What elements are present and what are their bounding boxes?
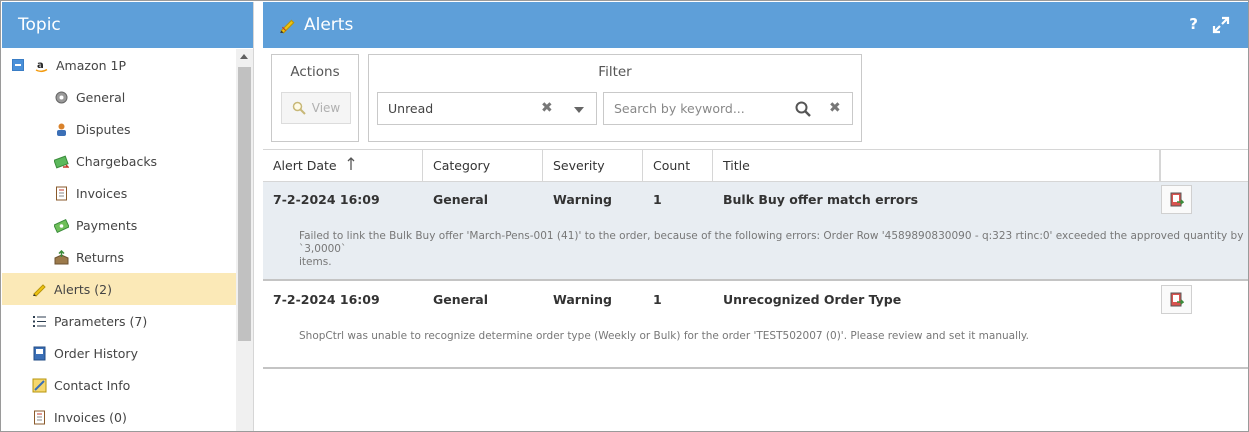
alert-count: 1 — [653, 192, 662, 207]
alert-title: Unrecognized Order Type — [723, 292, 902, 307]
tree-item-label: Order History — [54, 345, 138, 361]
alert-date: 7-2-2024 16:09 — [273, 192, 380, 207]
tree-scrollbar[interactable] — [236, 49, 253, 431]
alert-message: ShopCtrl was unable to recognize determi… — [299, 330, 1249, 343]
scrollbar-thumb[interactable] — [238, 67, 251, 341]
return-box-icon — [54, 249, 69, 265]
open-alert-button[interactable] — [1161, 285, 1192, 314]
alert-category: General — [433, 292, 488, 307]
table-row[interactable]: 7-2-2024 16:09 General Warning 1 Unrecog… — [263, 282, 1248, 369]
table-row[interactable]: 7-2-2024 16:09 General Warning 1 Bulk Bu… — [263, 182, 1248, 281]
clear-status-icon[interactable]: ✖ — [541, 100, 553, 116]
tree-item-chargebacks[interactable]: Chargebacks — [53, 145, 236, 177]
invoice-icon — [54, 186, 69, 201]
tree-item-invoices-root[interactable]: Invoices (0) — [32, 401, 236, 431]
alert-message-line: ShopCtrl was unable to recognize determi… — [299, 330, 1029, 342]
topic-tree: a Amazon 1P General Disputes Chargebacks… — [2, 49, 236, 431]
column-title[interactable]: Title — [713, 150, 1160, 182]
alert-pen-icon — [32, 282, 47, 297]
clear-search-icon[interactable]: ✖ — [829, 100, 841, 116]
open-alert-button[interactable] — [1161, 185, 1192, 214]
alert-message: Failed to link the Bulk Buy offer 'March… — [299, 230, 1249, 269]
tree-item-order-history[interactable]: Order History — [32, 337, 236, 369]
tree-item-label: Payments — [76, 217, 138, 233]
contact-card-icon — [32, 378, 47, 393]
tree-item-returns[interactable]: Returns — [54, 241, 236, 273]
tree-item-invoices[interactable]: Invoices — [54, 177, 236, 209]
person-dispute-icon — [54, 122, 69, 137]
open-document-icon — [1170, 192, 1184, 206]
tree-item-disputes[interactable]: Disputes — [54, 113, 236, 145]
amazon-logo-icon: a — [34, 58, 49, 73]
alerts-panel: Alerts ? Actions View Filter Unread ✖ Se… — [263, 2, 1248, 431]
column-count[interactable]: Count — [643, 150, 713, 182]
page-title: Alerts — [304, 15, 354, 35]
status-filter-select[interactable]: Unread ✖ — [377, 92, 597, 125]
alert-count: 1 — [653, 292, 662, 307]
alert-pen-icon — [279, 17, 296, 34]
collapse-toggle-icon[interactable] — [12, 59, 24, 71]
tree-item-amazon-1p[interactable]: a Amazon 1P — [12, 49, 236, 81]
tree-item-label: General — [76, 89, 126, 105]
tree-item-label: Alerts (2) — [54, 281, 112, 297]
topic-panel-title: Topic — [2, 2, 253, 48]
history-book-icon — [32, 346, 47, 361]
tree-item-label: Amazon 1P — [56, 57, 126, 73]
svg-text:a: a — [37, 60, 44, 71]
list-icon — [32, 314, 47, 329]
app-window: Topic a Amazon 1P General Disputes Charg… — [0, 0, 1249, 432]
search-icon[interactable] — [795, 101, 811, 120]
open-document-icon — [1170, 292, 1184, 306]
tree-item-payments[interactable]: Payments — [53, 209, 236, 241]
grid-header: Alert Date Category Severity Count Title — [263, 149, 1248, 182]
gear-icon — [54, 90, 69, 105]
invoice-icon — [32, 410, 47, 425]
tree-item-general[interactable]: General — [54, 81, 236, 113]
scroll-up-arrow-icon[interactable] — [240, 54, 248, 59]
filter-group: Filter Unread ✖ ✖ — [368, 54, 862, 142]
view-button-label: View — [311, 101, 341, 115]
alert-message-line: items. — [299, 256, 332, 268]
alert-message-line: Failed to link the Bulk Buy offer 'March… — [299, 230, 1244, 255]
column-label: Alert Date — [273, 158, 337, 173]
view-button[interactable]: View — [281, 92, 351, 124]
alerts-header: Alerts ? — [263, 2, 1248, 48]
tree-item-label: Invoices — [76, 185, 128, 201]
topic-panel: Topic a Amazon 1P General Disputes Charg… — [2, 2, 254, 431]
tree-item-label: Chargebacks — [76, 153, 158, 169]
search-input[interactable] — [614, 101, 784, 116]
tree-item-label: Disputes — [76, 121, 131, 137]
search-box: ✖ — [603, 92, 853, 125]
column-category[interactable]: Category — [423, 150, 543, 182]
tree-item-contact-info[interactable]: Contact Info — [32, 369, 236, 401]
column-divider — [1160, 149, 1161, 182]
alert-severity: Warning — [553, 292, 612, 307]
alert-category: General — [433, 192, 488, 207]
tree-item-alerts[interactable]: Alerts (2) — [2, 273, 236, 305]
column-alert-date[interactable]: Alert Date — [263, 150, 423, 182]
tree-item-label: Invoices (0) — [54, 409, 127, 425]
alerts-grid: Alert Date Category Severity Count Title… — [263, 149, 1248, 431]
status-filter-value: Unread — [388, 101, 434, 116]
magnifier-icon — [292, 101, 306, 115]
sort-ascending-icon — [347, 151, 355, 183]
tree-item-label: Contact Info — [54, 377, 131, 393]
tree-item-parameters[interactable]: Parameters (7) — [32, 305, 236, 337]
filter-title: Filter — [598, 64, 632, 80]
expand-icon[interactable] — [1212, 16, 1230, 34]
money-back-icon — [53, 154, 70, 169]
tree-item-label: Parameters (7) — [54, 313, 148, 329]
actions-title: Actions — [290, 64, 340, 80]
actions-group: Actions View — [271, 54, 359, 142]
payment-icon — [53, 218, 70, 233]
tree-item-label: Returns — [76, 249, 124, 265]
chevron-down-icon[interactable] — [574, 107, 584, 113]
column-severity[interactable]: Severity — [543, 150, 643, 182]
alert-severity: Warning — [553, 192, 612, 207]
help-button[interactable]: ? — [1189, 15, 1198, 33]
alert-date: 7-2-2024 16:09 — [273, 292, 380, 307]
alert-title: Bulk Buy offer match errors — [723, 192, 919, 207]
